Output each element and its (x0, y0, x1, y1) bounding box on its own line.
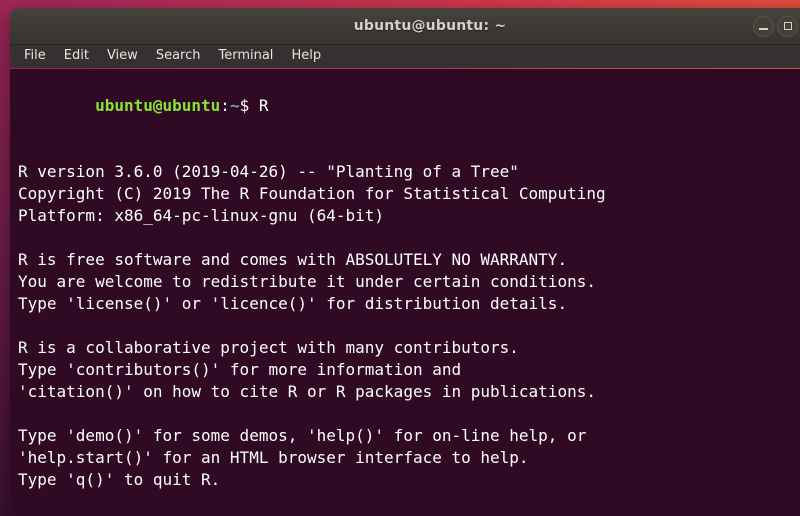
menu-bar: File Edit View Search Terminal Help (10, 45, 800, 68)
menu-edit[interactable]: Edit (55, 46, 98, 67)
prompt-path: ~ (230, 96, 240, 115)
terminal-output-line: 'help.start()' for an HTML browser inter… (18, 447, 800, 469)
minimize-button[interactable] (753, 16, 774, 37)
terminal-screen[interactable]: ubuntu@ubuntu:~$ R R version 3.6.0 (2019… (10, 69, 800, 516)
terminal-output-line: Type 'license()' or 'licence()' for dist… (18, 293, 800, 315)
maximize-icon (784, 22, 792, 30)
desktop-wallpaper: ubuntu@ubuntu: ~ × File Edit View Search… (0, 0, 800, 516)
menu-terminal[interactable]: Terminal (209, 46, 282, 67)
terminal-output-line: 'citation()' on how to cite R or R packa… (18, 381, 800, 403)
menu-search[interactable]: Search (147, 46, 210, 67)
terminal-output-line (18, 403, 800, 425)
terminal-output-line (18, 139, 800, 161)
prompt-dollar: $ (240, 96, 259, 115)
menu-help[interactable]: Help (282, 46, 330, 67)
prompt-colon: : (220, 96, 230, 115)
menu-view[interactable]: View (98, 46, 147, 67)
terminal-output-line: Type 'q()' to quit R. (18, 469, 800, 491)
prompt-user-host: ubuntu@ubuntu (95, 96, 220, 115)
terminal-output-line (18, 315, 800, 337)
terminal-output-line: R is a collaborative project with many c… (18, 337, 800, 359)
window-controls: × (753, 8, 800, 44)
terminal-output-line: Type 'contributors()' for more informati… (18, 359, 800, 381)
minimize-icon (759, 28, 768, 30)
shell-prompt-line: ubuntu@ubuntu:~$ R (18, 73, 800, 139)
typed-command: R (259, 96, 269, 115)
terminal-output-line: Type 'demo()' for some demos, 'help()' f… (18, 425, 800, 447)
window-titlebar[interactable]: ubuntu@ubuntu: ~ × (10, 8, 800, 45)
terminal-output-line (18, 227, 800, 249)
terminal-window: ubuntu@ubuntu: ~ × File Edit View Search… (10, 8, 800, 516)
terminal-output-line (18, 491, 800, 513)
maximize-button[interactable] (777, 16, 798, 37)
terminal-output-line: You are welcome to redistribute it under… (18, 271, 800, 293)
terminal-output-line: Copyright (C) 2019 The R Foundation for … (18, 183, 800, 205)
menu-file[interactable]: File (15, 46, 55, 67)
window-title: ubuntu@ubuntu: ~ (10, 8, 800, 44)
terminal-output-line: Platform: x86_64-pc-linux-gnu (64-bit) (18, 205, 800, 227)
terminal-output-line: R version 3.6.0 (2019-04-26) -- "Plantin… (18, 161, 800, 183)
terminal-output-line: R is free software and comes with ABSOLU… (18, 249, 800, 271)
